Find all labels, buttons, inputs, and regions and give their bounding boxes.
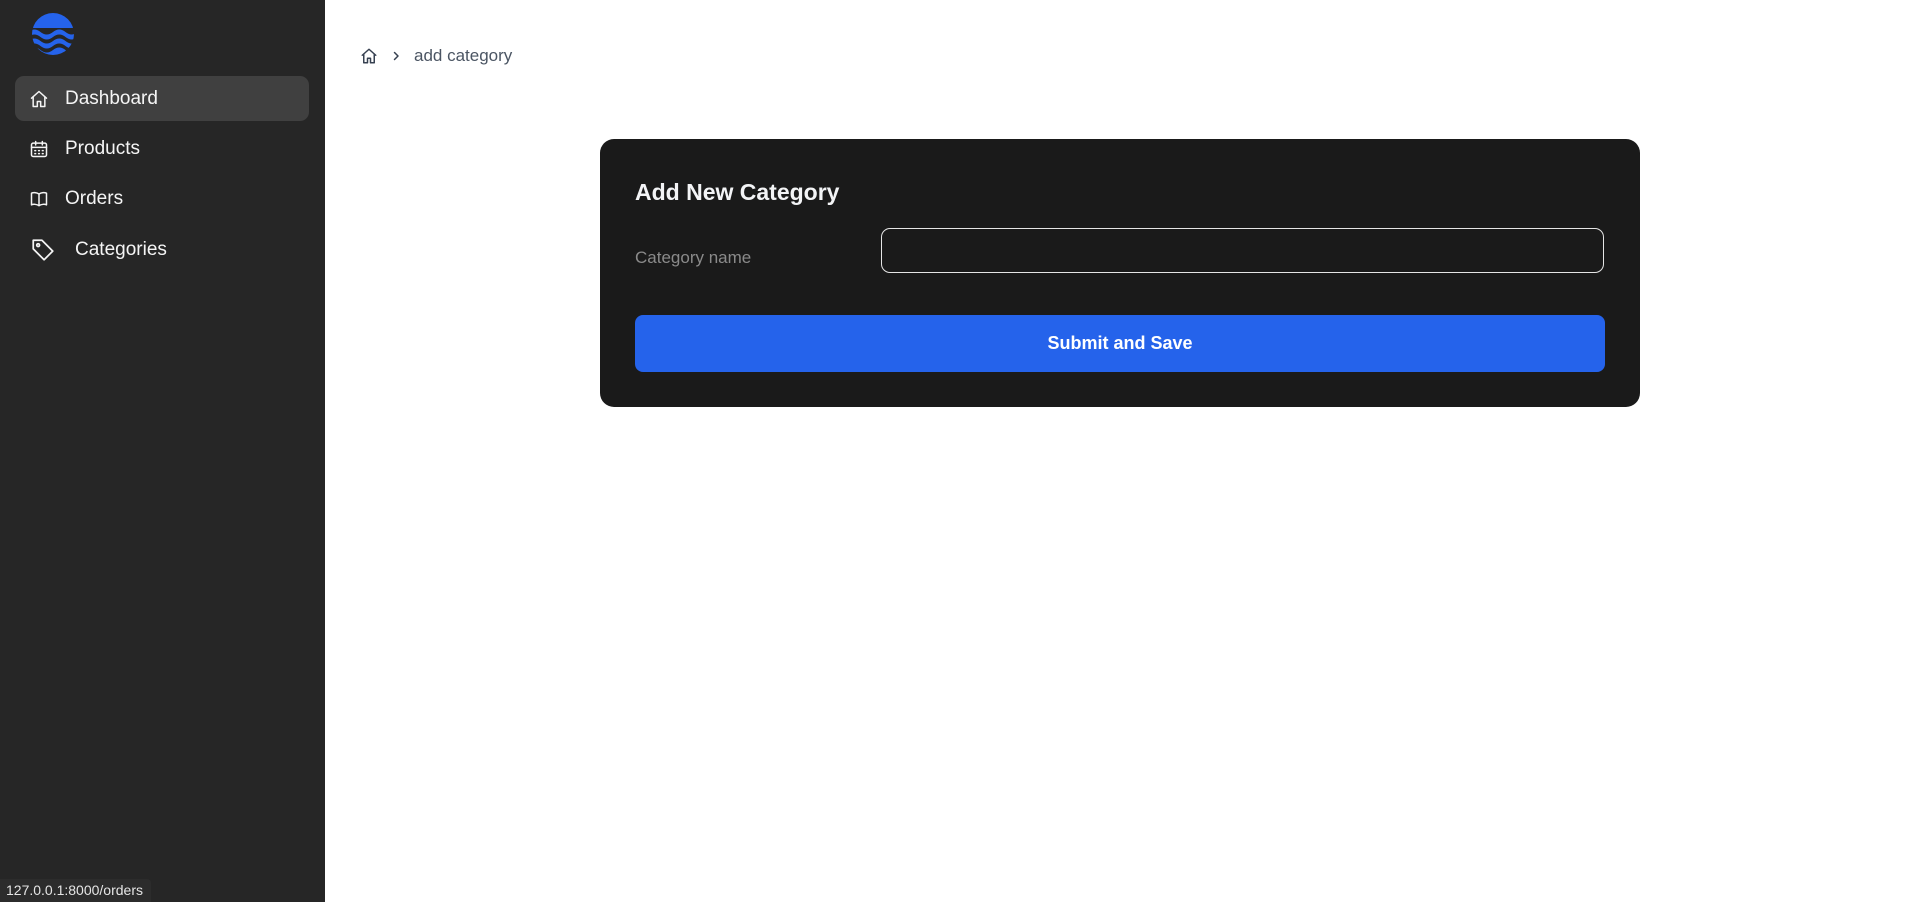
calendar-icon <box>28 138 50 160</box>
sidebar-item-categories[interactable]: Categories <box>15 226 309 274</box>
home-icon <box>28 88 50 110</box>
sidebar-nav: Dashboard Products Orders Categories <box>15 76 309 279</box>
waves-logo-icon[interactable] <box>28 13 78 55</box>
breadcrumb: add category <box>360 46 512 66</box>
sidebar-item-label: Categories <box>75 239 167 260</box>
submit-and-save-button[interactable]: Submit and Save <box>635 315 1605 372</box>
add-category-card: Add New Category Category name Submit an… <box>600 139 1640 407</box>
sidebar-item-label: Products <box>65 137 140 159</box>
sidebar-item-orders[interactable]: Orders <box>15 176 309 221</box>
sidebar-item-label: Orders <box>65 187 124 209</box>
category-name-label: Category name <box>635 248 752 267</box>
status-bar-url: 127.0.0.1:8000/orders <box>0 879 151 902</box>
sidebar-item-dashboard[interactable]: Dashboard <box>15 76 309 121</box>
book-open-icon <box>28 188 50 210</box>
chevron-right-icon <box>390 49 404 63</box>
home-icon[interactable] <box>360 46 380 66</box>
breadcrumb-current: add category <box>414 46 513 65</box>
category-name-input[interactable] <box>881 228 1604 273</box>
sidebar-item-label: Dashboard <box>65 87 158 109</box>
sidebar: Dashboard Products Orders Categories 127… <box>0 0 325 902</box>
card-title: Add New Category <box>635 179 840 205</box>
tag-icon <box>29 236 57 264</box>
sidebar-item-products[interactable]: Products <box>15 126 309 171</box>
